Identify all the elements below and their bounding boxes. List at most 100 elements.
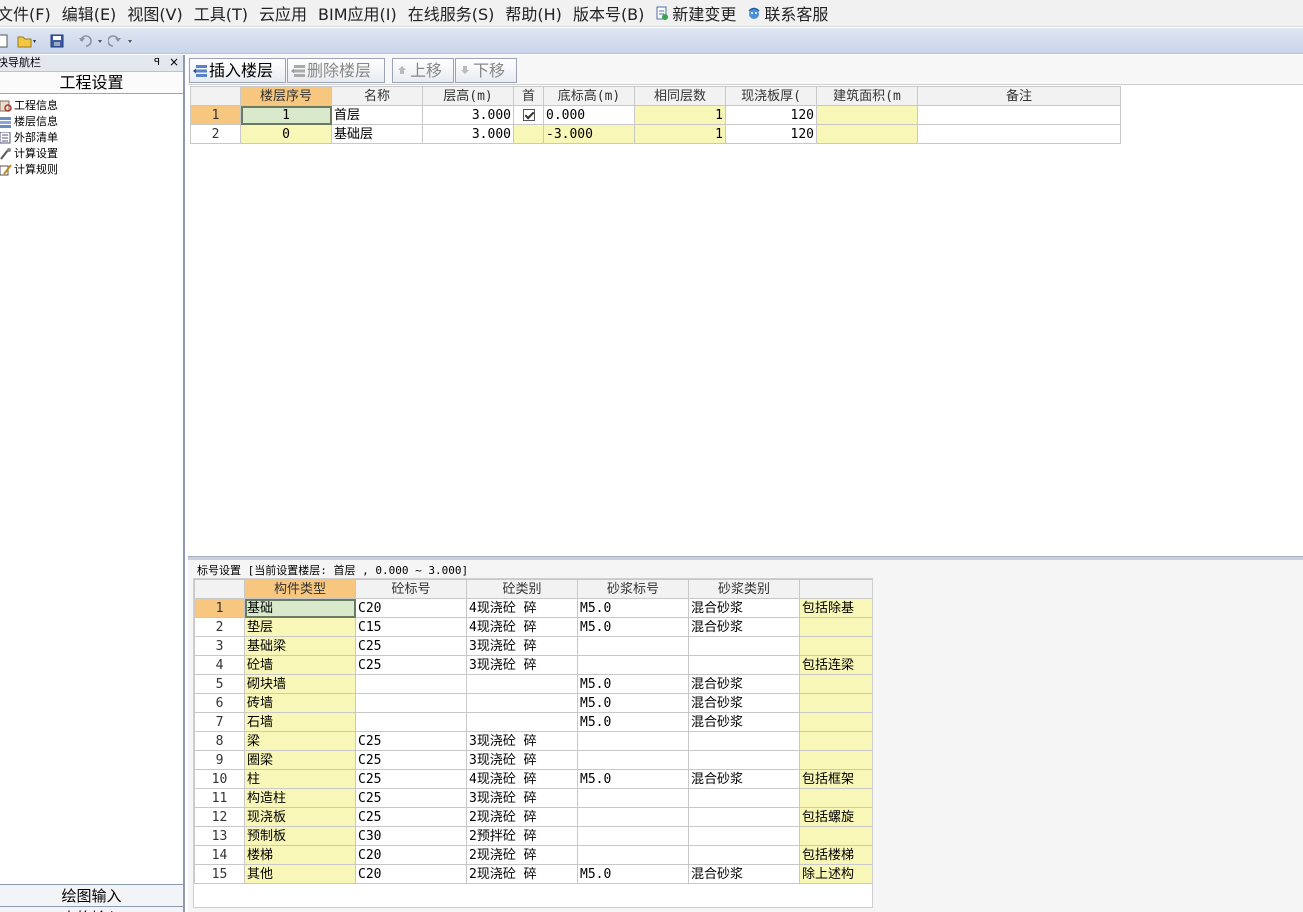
cell-note[interactable]: 包括除基 bbox=[799, 598, 872, 618]
cell-note[interactable]: 包括框架 bbox=[799, 769, 872, 789]
header-cell[interactable]: 现浇板厚( bbox=[725, 86, 817, 106]
row-number[interactable]: 1 bbox=[190, 105, 241, 125]
cell-area[interactable] bbox=[816, 124, 918, 144]
cell-concrete-grade[interactable]: C20 bbox=[355, 864, 467, 884]
row-number[interactable]: 7 bbox=[194, 712, 245, 732]
cell-mortar-category[interactable] bbox=[688, 788, 800, 808]
cell-concrete-grade[interactable]: C20 bbox=[355, 845, 467, 865]
header-cell[interactable]: 备注 bbox=[917, 86, 1121, 106]
cell-mortar-grade[interactable] bbox=[577, 807, 689, 827]
menu-contact-support[interactable]: 联系客服 bbox=[747, 1, 834, 25]
cell-mortar-category[interactable]: 混合砂浆 bbox=[688, 674, 800, 694]
table-row[interactable]: 3 基础梁 C25 3现浇砼 碎 bbox=[194, 636, 872, 656]
table-row[interactable]: 1 基础 C20 4现浇砼 碎 M5.0 混合砂浆 包括除基 bbox=[194, 598, 872, 618]
cell-note[interactable] bbox=[799, 712, 872, 732]
cell-concrete-grade[interactable]: C25 bbox=[355, 750, 467, 770]
table-row[interactable]: 14 楼梯 C20 2现浇砼 碎 包括楼梯 bbox=[194, 845, 872, 865]
cell-bottom-elevation[interactable]: 0.000 bbox=[543, 105, 635, 125]
cell-same-count[interactable]: 1 bbox=[634, 124, 726, 144]
save-icon[interactable] bbox=[50, 34, 64, 48]
cell-same-count[interactable]: 1 bbox=[634, 105, 726, 125]
insert-floor-button[interactable]: 插入楼层 bbox=[189, 58, 286, 83]
cell-concrete-grade[interactable]: C15 bbox=[355, 617, 467, 637]
header-cell[interactable]: 楼层序号 bbox=[240, 86, 332, 106]
cell-mortar-grade[interactable] bbox=[577, 826, 689, 846]
cell-concrete-category[interactable]: 2现浇砼 碎 bbox=[466, 807, 578, 827]
cell-concrete-grade[interactable] bbox=[355, 693, 467, 713]
table-row[interactable]: 8 梁 C25 3现浇砼 碎 bbox=[194, 731, 872, 751]
cell-note[interactable] bbox=[799, 826, 872, 846]
cell-concrete-category[interactable]: 3现浇砼 碎 bbox=[466, 655, 578, 675]
cell-first-floor[interactable] bbox=[513, 124, 544, 144]
table-row[interactable]: 9 圈梁 C25 3现浇砼 碎 bbox=[194, 750, 872, 770]
header-cell[interactable]: 底标高(m) bbox=[543, 86, 635, 106]
cell-concrete-grade[interactable]: C25 bbox=[355, 807, 467, 827]
menu-online-service[interactable]: 在线服务(S) bbox=[408, 1, 501, 25]
pin-icon[interactable]: ꟼ bbox=[154, 55, 160, 71]
cell-concrete-category[interactable] bbox=[466, 693, 578, 713]
cell-note[interactable] bbox=[799, 731, 872, 751]
menu-file[interactable]: 文件(F) bbox=[0, 1, 57, 25]
row-number[interactable]: 12 bbox=[194, 807, 245, 827]
cell-mortar-grade[interactable]: M5.0 bbox=[577, 712, 689, 732]
cell-concrete-category[interactable]: 3现浇砼 碎 bbox=[466, 731, 578, 751]
cell-concrete-grade[interactable] bbox=[355, 712, 467, 732]
delete-floor-button[interactable]: 删除楼层 bbox=[287, 58, 385, 83]
cell-note[interactable] bbox=[917, 105, 1121, 125]
cell-component-type[interactable]: 圈梁 bbox=[244, 750, 356, 770]
menu-version[interactable]: 版本号(B) bbox=[573, 1, 650, 25]
menu-tools[interactable]: 工具(T) bbox=[194, 1, 254, 25]
cell-concrete-grade[interactable]: C25 bbox=[355, 769, 467, 789]
cell-note[interactable] bbox=[917, 124, 1121, 144]
new-file-icon[interactable] bbox=[0, 34, 9, 48]
cell-note[interactable] bbox=[799, 674, 872, 694]
cell-slab-thickness[interactable]: 120 bbox=[725, 124, 817, 144]
row-number[interactable]: 1 bbox=[194, 598, 245, 618]
cell-seq[interactable]: 1 bbox=[240, 105, 332, 125]
menu-bim[interactable]: BIM应用(I) bbox=[318, 1, 403, 25]
cell-mortar-grade[interactable] bbox=[577, 731, 689, 751]
cell-mortar-category[interactable]: 混合砂浆 bbox=[688, 598, 800, 618]
open-folder-icon[interactable] bbox=[17, 34, 37, 48]
cell-concrete-grade[interactable]: C25 bbox=[355, 731, 467, 751]
nav-item-external-list[interactable]: 外部清单 bbox=[0, 130, 58, 146]
cell-component-type[interactable]: 砌块墙 bbox=[244, 674, 356, 694]
close-icon[interactable]: × bbox=[169, 54, 179, 70]
cell-height[interactable]: 3.000 bbox=[422, 124, 514, 144]
cell-mortar-category[interactable] bbox=[688, 750, 800, 770]
row-number[interactable]: 10 bbox=[194, 769, 245, 789]
cell-mortar-category[interactable]: 混合砂浆 bbox=[688, 864, 800, 884]
table-row[interactable]: 11 构造柱 C25 3现浇砼 碎 bbox=[194, 788, 872, 808]
row-number[interactable]: 5 bbox=[194, 674, 245, 694]
row-number[interactable]: 2 bbox=[194, 617, 245, 637]
header-cell[interactable] bbox=[799, 579, 872, 599]
nav-item-calc-rules[interactable]: 计算规则 bbox=[0, 162, 58, 178]
cell-note[interactable] bbox=[799, 617, 872, 637]
cell-concrete-grade[interactable]: C30 bbox=[355, 826, 467, 846]
cell-concrete-grade[interactable]: C20 bbox=[355, 598, 467, 618]
cell-name[interactable]: 首层 bbox=[331, 105, 423, 125]
cell-mortar-category[interactable] bbox=[688, 826, 800, 846]
cell-mortar-grade[interactable]: M5.0 bbox=[577, 617, 689, 637]
row-number[interactable]: 2 bbox=[190, 124, 241, 144]
cell-mortar-grade[interactable]: M5.0 bbox=[577, 674, 689, 694]
cell-note[interactable] bbox=[799, 693, 872, 713]
header-cell[interactable]: 砼标号 bbox=[355, 579, 467, 599]
cell-concrete-category[interactable]: 3现浇砼 碎 bbox=[466, 636, 578, 656]
cell-component-type[interactable]: 梁 bbox=[244, 731, 356, 751]
cell-concrete-category[interactable]: 4现浇砼 碎 bbox=[466, 769, 578, 789]
cell-component-type[interactable]: 其他 bbox=[244, 864, 356, 884]
row-number[interactable]: 13 bbox=[194, 826, 245, 846]
menu-help[interactable]: 帮助(H) bbox=[505, 1, 568, 25]
cell-concrete-category[interactable]: 2现浇砼 碎 bbox=[466, 845, 578, 865]
cell-note[interactable]: 包括连梁 bbox=[799, 655, 872, 675]
cell-component-type[interactable]: 基础 bbox=[244, 598, 356, 618]
cell-mortar-grade[interactable] bbox=[577, 750, 689, 770]
cell-concrete-category[interactable] bbox=[466, 674, 578, 694]
header-cell[interactable]: 砂浆类别 bbox=[688, 579, 800, 599]
cell-concrete-category[interactable]: 4现浇砼 碎 bbox=[466, 617, 578, 637]
header-cell[interactable]: 相同层数 bbox=[634, 86, 726, 106]
cell-note[interactable] bbox=[799, 788, 872, 808]
cell-first-floor[interactable] bbox=[513, 105, 544, 125]
row-number[interactable]: 14 bbox=[194, 845, 245, 865]
